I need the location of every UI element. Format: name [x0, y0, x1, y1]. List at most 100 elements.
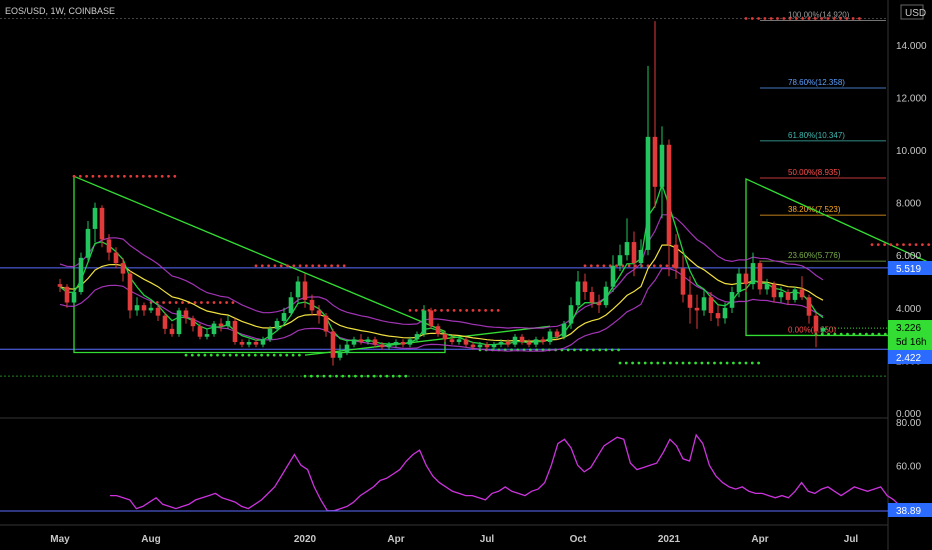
pivot-high-dots — [589, 264, 593, 268]
pivot-low-dots — [637, 361, 641, 365]
candle-body — [575, 281, 581, 306]
candle-body — [386, 344, 392, 348]
symbol-title[interactable]: EOS/USD, 1W, COINBASE — [5, 6, 115, 16]
pivot-low-dots — [852, 332, 856, 336]
price-tick-label: 14.000 — [896, 41, 927, 52]
time-tick-label: Jul — [844, 534, 859, 545]
pivot-low-dots — [298, 353, 301, 357]
pivot-high-dots — [820, 17, 823, 20]
pivot-high-dots — [260, 264, 264, 268]
pivot-low-dots — [328, 374, 332, 378]
pivot-high-dots — [858, 17, 861, 20]
candle-body — [610, 265, 616, 287]
candle-body — [680, 268, 686, 295]
pivot-high-dots — [490, 309, 494, 312]
candle-body — [288, 297, 294, 314]
candle-body — [169, 328, 175, 335]
pivot-high-dots — [200, 301, 203, 304]
pivot-high-dots — [801, 17, 805, 20]
pivot-low-dots — [366, 374, 370, 378]
pivot-high-dots — [807, 17, 811, 20]
candle-body — [491, 344, 497, 348]
candle-body — [337, 352, 343, 358]
time-tick-label: 2021 — [658, 534, 681, 545]
pivot-high-dots — [845, 17, 849, 20]
candle-body — [85, 228, 91, 258]
pivot-low-dots — [643, 361, 647, 365]
candle-body — [477, 344, 483, 348]
pivot-low-dots — [618, 361, 622, 365]
candle-body — [540, 339, 546, 342]
candle-body — [470, 344, 476, 348]
pivot-low-dots — [222, 353, 226, 357]
candle-body — [323, 315, 329, 332]
candle-body — [302, 281, 308, 300]
candle-body — [638, 249, 644, 264]
candle-body — [750, 263, 756, 285]
pivot-low-dots — [197, 353, 201, 357]
pivot-low-dots — [322, 374, 326, 378]
pivot-low-dots — [573, 348, 576, 352]
pivot-low-dots — [216, 353, 219, 357]
pivot-high-dots — [876, 243, 880, 247]
candle-body — [652, 136, 658, 187]
candle-body — [715, 313, 721, 319]
pivot-high-dots — [750, 17, 754, 20]
pivot-high-dots — [298, 264, 302, 268]
pivot-high-dots — [181, 301, 184, 304]
candle-body — [155, 307, 161, 316]
pivot-low-dots — [235, 353, 238, 357]
pivot-high-dots — [446, 309, 450, 312]
candle-body — [190, 318, 196, 327]
last-price-value: 3.226 — [896, 323, 921, 334]
candle-body — [218, 323, 224, 327]
pivot-high-dots — [193, 301, 197, 304]
pivot-high-dots — [433, 309, 437, 312]
support-value: 2.422 — [896, 353, 921, 364]
pivot-high-dots — [141, 174, 145, 178]
pivot-low-dots — [846, 332, 849, 336]
pivot-low-dots — [247, 353, 251, 357]
candle-body — [757, 263, 763, 290]
pivot-high-dots — [914, 243, 918, 247]
candle-body — [694, 307, 700, 311]
candle-body — [351, 339, 357, 345]
pivot-high-dots — [440, 309, 443, 312]
candle-body — [316, 310, 322, 316]
pivot-low-dots — [398, 374, 401, 378]
candle-body — [589, 292, 595, 303]
rsi-tick-label: 60.00 — [896, 461, 921, 472]
rsi-tick-label: 80.00 — [896, 418, 921, 429]
pivot-low-dots — [877, 332, 881, 336]
candle-body — [372, 339, 378, 345]
chart-canvas[interactable]: 100.00%(14.920)78.60%(12.358)61.80%(10.3… — [0, 0, 932, 550]
pivot-low-dots — [272, 353, 276, 357]
candle-body — [806, 297, 812, 316]
candle-body — [554, 331, 560, 337]
pivot-low-dots — [341, 374, 345, 378]
candle-body — [211, 323, 217, 335]
price-tick-label: 4.000 — [896, 304, 921, 315]
pivot-high-dots — [826, 17, 830, 20]
candle-body — [512, 336, 518, 345]
pivot-high-dots — [286, 264, 289, 268]
candle-body — [463, 339, 469, 345]
pivot-high-dots — [895, 243, 899, 247]
pivot-high-dots — [776, 17, 779, 20]
pivot-high-dots — [596, 264, 599, 268]
pivot-high-dots — [465, 309, 469, 312]
candle-body — [631, 242, 637, 264]
pivot-low-dots — [241, 353, 245, 357]
time-tick-label: Oct — [570, 534, 587, 545]
pivot-low-dots — [354, 374, 357, 378]
candle-body — [722, 307, 728, 319]
pivot-high-dots — [336, 264, 340, 268]
pivot-high-dots — [160, 174, 164, 178]
pivot-low-dots — [592, 348, 595, 352]
candle-body — [568, 305, 574, 324]
pivot-low-dots — [631, 361, 634, 365]
pivot-high-dots — [921, 243, 924, 247]
candle-body — [764, 284, 770, 290]
pivot-low-dots — [309, 374, 313, 378]
candle-body — [596, 302, 602, 306]
